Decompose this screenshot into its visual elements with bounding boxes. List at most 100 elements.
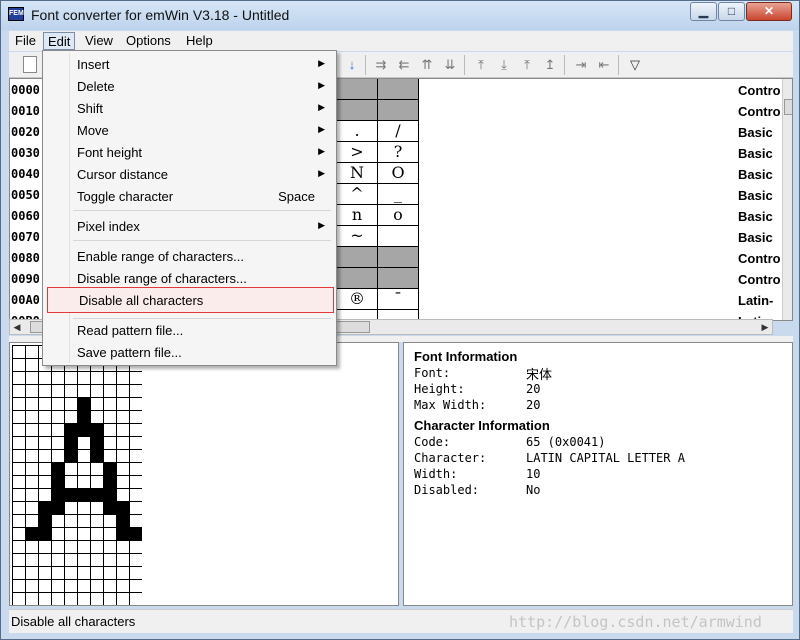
move-left-icon[interactable]: ⇇ [394,55,414,75]
vertical-scrollbar[interactable] [782,79,792,320]
down-arrow-icon[interactable]: ↓ [342,55,362,75]
pixel-on[interactable] [77,410,90,423]
scroll-right-icon[interactable]: ▶ [758,320,772,334]
shift-right-icon[interactable]: ⇥ [571,55,591,75]
pixel-on[interactable] [38,527,51,540]
char-cell[interactable]: . [337,121,378,142]
pixel-on[interactable] [116,501,129,514]
menu-view[interactable]: View [81,32,117,50]
char-cell[interactable] [337,268,378,289]
pixel-on[interactable] [38,514,51,527]
pixel-on[interactable] [64,449,77,462]
char-cell[interactable]: o [378,205,419,226]
pixel-on[interactable] [25,527,38,540]
row-code: 0030 [11,146,40,160]
menu-item-label: Pixel index [77,219,140,234]
menu-item-save-pattern-file[interactable]: Save pattern file... [46,342,333,364]
pixel-on[interactable] [77,423,90,436]
shift-up-icon[interactable]: ⤒ [471,55,491,75]
pixel-on[interactable] [77,397,90,410]
pixel-on[interactable] [129,527,142,540]
menu-item-shift[interactable]: Shift ▶ [46,98,333,120]
pixel-on[interactable] [64,423,77,436]
shift-down-icon[interactable]: ⤓ [494,55,514,75]
menu-item-font-height[interactable]: Font height ▶ [46,142,333,164]
pixel-grid[interactable] [12,345,142,605]
scroll-left-icon[interactable]: ◀ [10,320,24,334]
char-cell[interactable]: / [378,121,419,142]
maximize-button[interactable]: □ [718,2,745,21]
new-document-icon[interactable] [23,56,37,73]
move-up-icon[interactable]: ⇈ [417,55,437,75]
menu-help[interactable]: Help [182,32,217,50]
pixel-on[interactable] [90,488,103,501]
pixel-on[interactable] [90,436,103,449]
char-cell[interactable] [337,100,378,121]
pixel-on[interactable] [51,488,64,501]
title-bar[interactable]: FEM Font converter for emWin V3.18 - Unt… [1,1,799,30]
pixel-on[interactable] [38,501,51,514]
row-group: Basic [738,188,773,203]
pixel-on[interactable] [103,475,116,488]
char-cell[interactable] [337,79,378,100]
status-bar: Disable all characters http://blog.csdn.… [9,609,793,633]
menu-item-toggle-character[interactable]: Toggle character Space [46,186,333,208]
char-cell[interactable]: ¯ [378,289,419,310]
char-cell[interactable] [337,247,378,268]
char-cell[interactable] [378,268,419,289]
char-cell[interactable] [378,247,419,268]
pixel-on[interactable] [64,436,77,449]
menu-item-move[interactable]: Move ▶ [46,120,333,142]
move-right-icon[interactable]: ⇉ [371,55,391,75]
move-down-icon[interactable]: ⇊ [440,55,460,75]
pixel-on[interactable] [90,449,103,462]
shift-left-icon[interactable]: ⇤ [594,55,614,75]
char-cell[interactable]: ~ [337,226,378,247]
menu-item-label: Enable range of characters... [77,249,244,264]
filter-icon[interactable]: ▽ [625,55,645,75]
app-icon: FEM [8,7,24,21]
toolbar-separator [564,55,565,75]
char-cell[interactable] [378,79,419,100]
pixel-on[interactable] [116,527,129,540]
menu-item-delete[interactable]: Delete ▶ [46,76,333,98]
pixel-on[interactable] [116,514,129,527]
char-cell[interactable]: O [378,163,419,184]
menu-item-pixel-index[interactable]: Pixel index ▶ [46,216,333,238]
char-cell[interactable]: _ [378,184,419,205]
char-cell[interactable]: ® [337,289,378,310]
pixel-on[interactable] [77,488,90,501]
char-cell[interactable]: n [337,205,378,226]
row-code: 00A0 [11,293,40,307]
shift-up-alt-icon[interactable]: ⤒ [517,55,537,75]
char-info-heading: Character Information [414,418,550,433]
shift-up-last-icon[interactable]: ↥ [540,55,560,75]
pixel-on[interactable] [51,501,64,514]
char-cell[interactable]: > [337,142,378,163]
status-text: Disable all characters [11,614,136,629]
watermark: http://blog.csdn.net/armwind [509,613,762,631]
pixel-on[interactable] [64,488,77,501]
char-cell[interactable]: N [337,163,378,184]
menu-item-cursor-distance[interactable]: Cursor distance ▶ [46,164,333,186]
menu-item-enable-range-of-characters[interactable]: Enable range of characters... [46,246,333,268]
pixel-on[interactable] [103,462,116,475]
menu-edit[interactable]: Edit [43,32,76,50]
vertical-scroll-thumb[interactable] [784,99,792,115]
pixel-on[interactable] [103,488,116,501]
minimize-button[interactable]: ▁ [690,2,717,21]
menu-file[interactable]: File [11,32,40,50]
pixel-on[interactable] [90,423,103,436]
menu-options[interactable]: Options [122,32,175,50]
menu-item-read-pattern-file[interactable]: Read pattern file... [46,320,333,342]
char-cell[interactable]: ? [378,142,419,163]
close-button[interactable]: ✕ [746,2,792,21]
char-cell[interactable]: ^ [337,184,378,205]
pixel-on[interactable] [51,475,64,488]
pixel-on[interactable] [51,462,64,475]
menu-item-disable-all-characters[interactable]: Disable all characters [47,287,334,313]
pixel-on[interactable] [103,501,116,514]
char-cell[interactable] [378,226,419,247]
menu-item-insert[interactable]: Insert ▶ [46,54,333,76]
char-cell[interactable] [378,100,419,121]
